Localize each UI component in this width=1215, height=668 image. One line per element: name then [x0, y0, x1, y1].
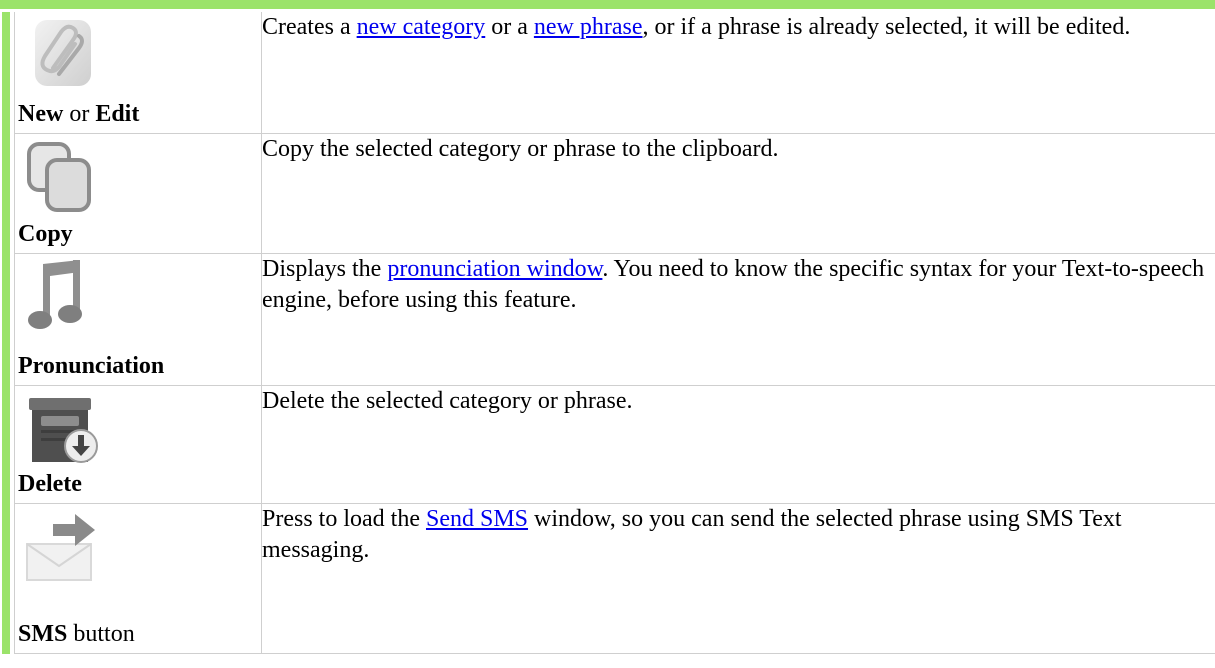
stripe-bar	[2, 386, 10, 504]
toolbar-help-table: New or Edit Creates a new category or a n…	[0, 12, 1215, 654]
help-link[interactable]: Send SMS	[426, 506, 528, 532]
stripe-bar	[2, 504, 10, 654]
button-cell: SMS button	[14, 504, 262, 654]
send-sms-icon	[23, 510, 103, 584]
description-text: Creates a	[262, 14, 357, 40]
music-note-icon	[23, 260, 103, 334]
button-cell: Pronunciation	[14, 254, 262, 386]
label-text: or	[63, 101, 96, 127]
button-name: Copy	[18, 221, 73, 247]
row-pronunciation: Pronunciation Displays the pronunciation …	[0, 254, 1215, 386]
row-delete: Delete Delete the selected category or ph…	[0, 386, 1215, 504]
button-name: Delete	[18, 471, 82, 497]
label-text: button	[67, 621, 135, 647]
button-name: SMS	[18, 621, 68, 647]
description-text: , or if a phrase is already selected, it…	[642, 14, 1131, 40]
stripe-bar	[2, 254, 10, 386]
help-link[interactable]: pronunciation window	[387, 256, 602, 282]
button-label: SMS button	[18, 621, 135, 647]
description-cell: Press to load the Send SMS window, so yo…	[262, 504, 1215, 654]
row-copy: Copy Copy the selected category or phrase…	[0, 134, 1215, 254]
button-cell: Copy	[14, 134, 262, 254]
description-text: or a	[485, 14, 534, 40]
row-green-stripe	[0, 134, 14, 254]
help-link[interactable]: new category	[357, 14, 486, 40]
top-green-bar	[0, 0, 1215, 9]
description-cell: Displays the pronunciation window. You n…	[262, 254, 1215, 386]
button-label: Copy	[18, 221, 73, 247]
row-green-stripe	[0, 386, 14, 504]
paperclip-icon	[23, 18, 103, 92]
description-text: Press to load the	[262, 506, 426, 532]
button-cell: New or Edit	[14, 12, 262, 134]
button-cell: Delete	[14, 386, 262, 504]
description-text: Displays the	[262, 256, 388, 282]
row-green-stripe	[0, 254, 14, 386]
row-green-stripe	[0, 504, 14, 654]
row-sms: SMS button Press to load the Send SMS win…	[0, 504, 1215, 654]
help-link[interactable]: new phrase	[534, 14, 643, 40]
row-green-stripe	[0, 12, 14, 134]
delete-archive-icon	[23, 392, 103, 466]
button-name: New	[18, 101, 64, 127]
button-name: Pronunciation	[18, 353, 165, 379]
button-name: Edit	[95, 101, 140, 127]
description-text: Delete the selected category or phrase.	[262, 388, 633, 414]
row-new-edit: New or Edit Creates a new category or a n…	[0, 12, 1215, 134]
description-text: Copy the selected category or phrase to …	[262, 136, 779, 162]
stripe-bar	[2, 12, 10, 134]
description-cell: Copy the selected category or phrase to …	[262, 134, 1215, 254]
copy-icon	[23, 140, 103, 214]
button-label: New or Edit	[18, 101, 139, 127]
button-label: Pronunciation	[18, 353, 164, 379]
stripe-bar	[2, 134, 10, 254]
description-cell: Creates a new category or a new phrase, …	[262, 12, 1215, 134]
button-label: Delete	[18, 471, 82, 497]
description-cell: Delete the selected category or phrase.	[262, 386, 1215, 504]
